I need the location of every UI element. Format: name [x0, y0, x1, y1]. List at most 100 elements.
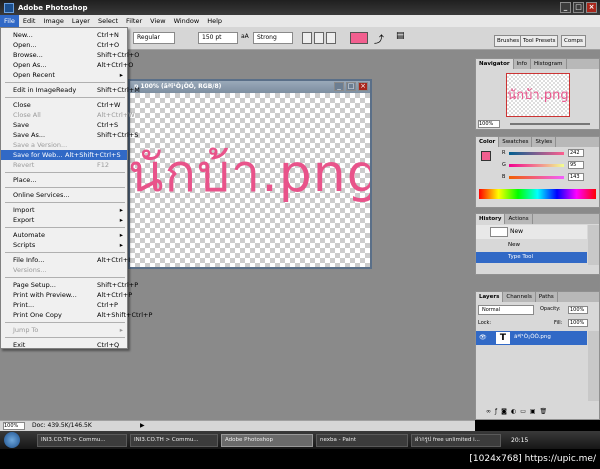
channel-g-value[interactable]: 95	[568, 161, 584, 169]
menu-layer[interactable]: Layer	[68, 15, 94, 27]
antialias-select[interactable]: Strong	[253, 32, 293, 44]
color-ramp[interactable]	[479, 189, 596, 199]
start-button[interactable]	[4, 432, 20, 448]
file-menu-item[interactable]: File Info... Alt+Ctrl+I	[1, 255, 130, 265]
file-menu-item[interactable]: Print One Copy Alt+Shift+Ctrl+P	[1, 310, 152, 320]
tab-navigator[interactable]: Navigator	[476, 59, 514, 69]
file-menu-item[interactable]: Place...	[1, 175, 127, 185]
history-item-type-tool[interactable]: Type Tool	[476, 252, 587, 263]
fill-field[interactable]: 100%	[568, 319, 588, 327]
minimize-button[interactable]: _	[560, 2, 571, 13]
file-menu-item[interactable]: Edit in ImageReady Shift+Ctrl+M	[1, 85, 140, 95]
tab-info[interactable]: Info	[514, 59, 531, 69]
file-menu-item[interactable]: Save for Web... Alt+Shift+Ctrl+S	[1, 150, 127, 160]
menu-image[interactable]: Image	[39, 15, 67, 27]
file-menu-item[interactable]: Save As... Shift+Ctrl+S	[1, 130, 138, 140]
channel-r-slider[interactable]	[509, 152, 564, 155]
navigator-thumbnail[interactable]: นักบ้า.png	[506, 73, 570, 117]
maximize-button[interactable]: □	[573, 2, 584, 13]
file-menu-item[interactable]: Page Setup... Shift+Ctrl+P	[1, 280, 138, 290]
font-style-select[interactable]: Regular	[133, 32, 175, 44]
menu-file[interactable]: File	[0, 15, 19, 27]
status-menu-arrow-icon[interactable]: ▶	[140, 421, 145, 431]
taskbar-item-upload[interactable]: ฝากรูป free unlimited i...	[411, 433, 501, 447]
brushes-tab-button[interactable]: Brushes	[494, 35, 523, 47]
channel-b-slider[interactable]	[509, 176, 564, 179]
file-menu-item[interactable]: Automate ▸	[1, 230, 127, 240]
link-layers-icon[interactable]: ∞	[486, 408, 491, 415]
file-menu-item[interactable]: Online Services...	[1, 190, 127, 200]
file-menu-item[interactable]: Open... Ctrl+O	[1, 40, 127, 50]
file-menu-item[interactable]: Close Ctrl+W	[1, 100, 127, 110]
menu-window[interactable]: Window	[170, 15, 204, 27]
new-layer-icon[interactable]: ▣	[530, 408, 536, 415]
doc-maximize-button[interactable]: □	[346, 82, 356, 91]
menu-edit[interactable]: Edit	[19, 15, 40, 27]
text-color-swatch[interactable]	[350, 32, 368, 44]
tab-color[interactable]: Color	[476, 137, 500, 147]
delete-layer-icon[interactable]: 🗑	[540, 408, 548, 415]
history-scrollbar[interactable]	[588, 225, 599, 265]
file-menu-item[interactable]: Export ▸	[1, 215, 127, 225]
tab-channels[interactable]: Channels	[503, 292, 536, 302]
menu-view[interactable]: View	[146, 15, 169, 27]
tab-paths[interactable]: Paths	[536, 292, 558, 302]
file-menu-item[interactable]: Import ▸	[1, 205, 127, 215]
status-zoom-field[interactable]: 100%	[3, 422, 25, 430]
file-menu-item[interactable]: Open As... Alt+Ctrl+O	[1, 60, 133, 70]
file-menu-item[interactable]: Scripts ▸	[1, 240, 127, 250]
file-menu-item[interactable]: Browse... Shift+Ctrl+O	[1, 50, 139, 60]
lock-label: Lock:	[478, 320, 492, 326]
opacity-field[interactable]: 100%	[568, 306, 588, 314]
layer-style-icon[interactable]: ƒ	[495, 408, 497, 415]
tab-actions[interactable]: Actions	[505, 214, 533, 224]
align-center-button[interactable]	[314, 32, 324, 44]
file-menu-item[interactable]: Save Ctrl+S	[1, 120, 127, 130]
taskbar-item-paint[interactable]: nexba - Paint	[316, 433, 408, 447]
layer-mask-icon[interactable]: ◙	[501, 408, 507, 415]
tab-history[interactable]: History	[476, 214, 506, 224]
align-left-button[interactable]	[302, 32, 312, 44]
tab-swatches[interactable]: Swatches	[499, 137, 533, 147]
menu-select[interactable]: Select	[94, 15, 122, 27]
taskbar-item-browser-1[interactable]: INI3.CO.TH > Commu...	[37, 433, 127, 447]
doc-close-button[interactable]: ×	[358, 82, 368, 91]
comps-tab-button[interactable]: Comps	[561, 35, 586, 47]
close-button[interactable]: ×	[586, 2, 597, 13]
menu-item-label: Page Setup...	[13, 281, 56, 289]
palettes-icon[interactable]: ▤	[396, 31, 405, 41]
file-menu-item[interactable]: Exit Ctrl+Q	[1, 340, 127, 350]
adjustment-layer-icon[interactable]: ◐	[511, 408, 516, 415]
layer-row[interactable]: 👁 T ãªî¹Ò¡ÒÓ.png	[476, 331, 587, 345]
font-size-select[interactable]: 150 pt	[198, 32, 238, 44]
taskbar-item-photoshop[interactable]: Adobe Photoshop	[221, 433, 313, 447]
file-menu-item[interactable]: Open Recent ▸	[1, 70, 127, 80]
warp-text-icon[interactable]: ⤴	[374, 31, 384, 46]
doc-minimize-button[interactable]: _	[334, 82, 344, 91]
foreground-color-swatch[interactable]	[481, 151, 491, 161]
document-window[interactable]: p 100% (ãªî¹Ò¡ÒÓ, RGB/8) _ □ × นักบ้า.pn…	[128, 79, 372, 269]
navigator-zoom-slider[interactable]	[510, 123, 590, 125]
align-right-button[interactable]	[326, 32, 336, 44]
taskbar-item-browser-2[interactable]: INI3.CO.TH > Commu...	[130, 433, 218, 447]
layers-scrollbar[interactable]	[588, 331, 599, 401]
blend-mode-select[interactable]: Normal	[478, 305, 534, 315]
file-menu-item[interactable]: New... Ctrl+N	[1, 30, 127, 40]
menu-help[interactable]: Help	[203, 15, 226, 27]
history-snapshot[interactable]: New	[476, 225, 587, 239]
tab-styles[interactable]: Styles	[532, 137, 557, 147]
document-canvas[interactable]: นักบ้า.png	[130, 93, 370, 267]
tab-histogram[interactable]: Histogram	[531, 59, 567, 69]
new-group-icon[interactable]: ▭	[520, 408, 526, 415]
layer-visibility-eye-icon[interactable]: 👁	[479, 334, 487, 341]
tab-layers[interactable]: Layers	[476, 292, 504, 302]
channel-g-slider[interactable]	[509, 164, 564, 167]
channel-b-value[interactable]: 143	[568, 173, 584, 181]
navigator-zoom-field[interactable]: 100%	[478, 120, 500, 128]
history-item-new[interactable]: New	[476, 240, 587, 251]
menu-filter[interactable]: Filter	[122, 15, 146, 27]
file-menu-item[interactable]: Print... Ctrl+P	[1, 300, 127, 310]
channel-r-value[interactable]: 242	[568, 149, 584, 157]
tool-presets-tab-button[interactable]: Tool Presets	[520, 35, 559, 47]
file-menu-item[interactable]: Print with Preview... Alt+Ctrl+P	[1, 290, 132, 300]
